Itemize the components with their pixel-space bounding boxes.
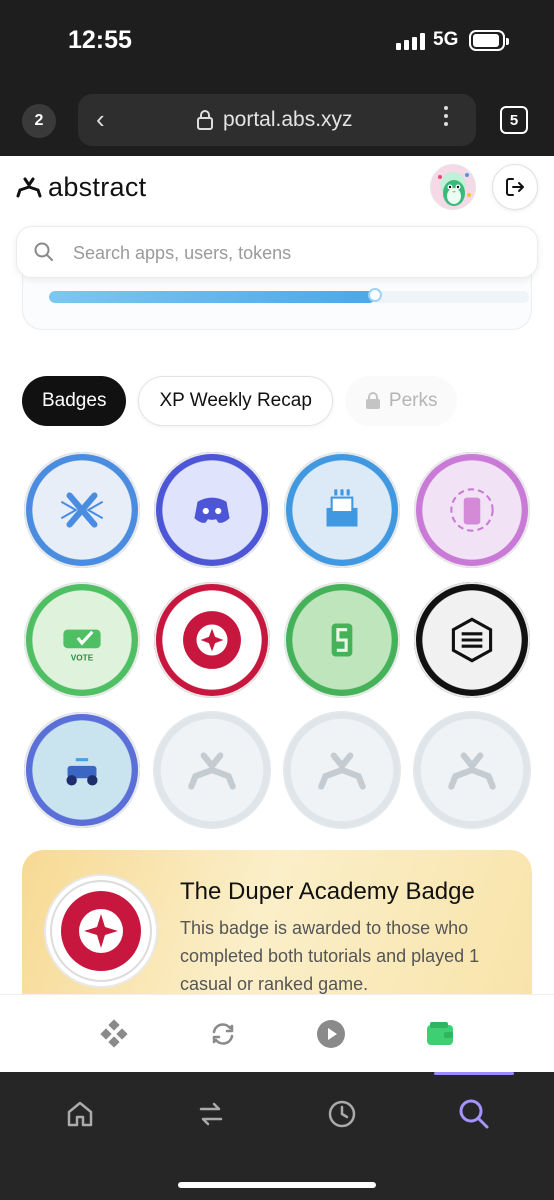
wallet-icon <box>426 1021 453 1045</box>
x-logo-icon <box>39 467 125 553</box>
badge-title: The Duper Academy Badge <box>180 878 475 905</box>
tab-xp-weekly-recap[interactable]: XP Weekly Recap <box>138 376 333 426</box>
browser-transfer-button[interactable] <box>191 1094 231 1134</box>
penguin-avatar-icon <box>438 173 471 206</box>
xp-progress-bar <box>49 291 529 303</box>
race-car-badge[interactable] <box>24 712 140 828</box>
network-label: 5G <box>433 29 459 50</box>
tab-switcher-button[interactable]: 2 <box>22 104 56 138</box>
browser-bottom-toolbar <box>0 1072 554 1200</box>
nav-discover[interactable] <box>94 1014 134 1054</box>
svg-text:VOTE: VOTE <box>71 654 94 663</box>
tab-perks-label: Perks <box>388 390 438 411</box>
app-bottom-nav <box>0 994 554 1072</box>
active-tab-indicator <box>434 1072 514 1075</box>
web-page: abstract Badges <box>0 156 554 1072</box>
status-bar: 12:55 5G <box>0 0 554 84</box>
badge-description: This badge is awarded to those who compl… <box>180 918 480 994</box>
tab-perks: Perks <box>344 376 458 426</box>
browser-search-button[interactable] <box>454 1094 494 1134</box>
cube-logo-icon <box>429 597 515 683</box>
discord-badge[interactable] <box>154 452 270 568</box>
ballot-badge[interactable] <box>284 452 400 568</box>
logout-button[interactable] <box>492 164 538 210</box>
signal-icon <box>396 33 425 50</box>
abstract-logo[interactable]: abstract <box>16 172 146 203</box>
locked-badge-1[interactable] <box>154 712 270 828</box>
tab-badges-label: Badges <box>42 390 107 411</box>
star-compass-icon <box>50 880 152 982</box>
search-input[interactable] <box>73 239 513 267</box>
grid-diamond-icon <box>100 1018 128 1048</box>
tabs-count-button[interactable]: 5 <box>500 106 528 134</box>
s-card-badge[interactable] <box>284 582 400 698</box>
nav-trade[interactable] <box>203 1014 243 1054</box>
vote-badge[interactable]: VOTE <box>24 582 140 698</box>
browser-top-bar: 2 ‹ portal.abs.xyz 5 <box>0 84 554 156</box>
tab-badges[interactable]: Badges <box>22 376 127 426</box>
vote-card-icon: VOTE <box>39 597 125 683</box>
url-text: portal.abs.xyz <box>223 108 353 131</box>
nav-play[interactable] <box>311 1014 351 1054</box>
abstract-logo-icon <box>429 727 515 813</box>
lock-icon <box>197 110 213 130</box>
duper-academy-badge[interactable] <box>154 582 270 698</box>
status-time: 12:55 <box>68 26 132 54</box>
badge-grid: VOTE <box>24 452 530 828</box>
site-header: abstract <box>0 156 554 218</box>
logo-wordmark: abstract <box>48 172 147 202</box>
phone-cycle-icon <box>429 467 515 553</box>
battery-icon <box>469 30 509 51</box>
transfer-icon <box>199 1102 223 1126</box>
search-icon <box>34 242 53 261</box>
filter-tabs: Badges XP Weekly Recap Perks <box>22 376 458 426</box>
search-bar[interactable] <box>16 226 538 278</box>
phone-cycle-badge[interactable] <box>414 452 530 568</box>
abstract-logo-icon <box>299 727 385 813</box>
ballot-box-icon <box>299 467 385 553</box>
race-car-icon <box>39 727 125 813</box>
browser-history-button[interactable] <box>322 1094 362 1134</box>
locked-badge-3[interactable] <box>414 712 530 828</box>
play-icon <box>317 1019 346 1048</box>
s-card-icon <box>299 597 385 683</box>
home-indicator <box>178 1182 376 1188</box>
lock-icon <box>365 392 380 409</box>
tab-xp-weekly-recap-label: XP Weekly Recap <box>159 390 312 411</box>
search-icon <box>459 1099 489 1129</box>
abstract-mark-icon <box>16 177 42 197</box>
home-icon <box>67 1101 93 1127</box>
logout-icon <box>506 178 524 196</box>
back-icon[interactable]: ‹ <box>96 106 105 132</box>
duper-academy-badge-large <box>44 874 158 988</box>
cube-badge[interactable] <box>414 582 530 698</box>
more-options-icon[interactable] <box>444 106 448 126</box>
locked-badge-2[interactable] <box>284 712 400 828</box>
abstract-logo-icon <box>169 727 255 813</box>
browser-home-button[interactable] <box>60 1094 100 1134</box>
swap-cycle-icon <box>212 1022 233 1045</box>
history-icon <box>328 1100 356 1128</box>
discord-icon <box>169 467 255 553</box>
x-badge[interactable] <box>24 452 140 568</box>
nav-wallet[interactable] <box>420 1014 460 1054</box>
star-compass-icon <box>169 597 255 683</box>
address-bar[interactable]: ‹ portal.abs.xyz <box>78 94 476 146</box>
avatar[interactable] <box>430 164 476 210</box>
xp-progress-fill <box>49 291 376 303</box>
